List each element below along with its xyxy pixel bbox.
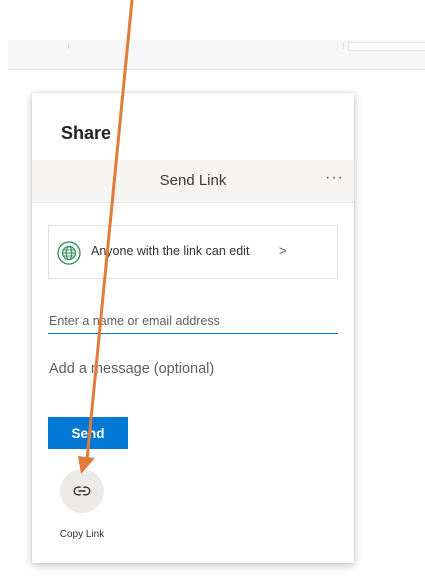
send-button[interactable]: Send [48,417,128,449]
recipient-input[interactable] [48,308,338,334]
toolbar-divider [68,43,69,49]
globe-icon [57,241,81,265]
send-link-title: Send Link [159,172,227,189]
toolbar-field [348,42,425,51]
send-link-header: Send Link ··· [32,160,354,203]
toolbar-divider [343,43,344,49]
background-app-toolbar [8,40,425,70]
share-dialog: Share Send Link ··· Anyone with the link… [32,93,354,563]
link-icon [73,486,91,496]
copy-link-button[interactable] [60,469,104,513]
chevron-right-icon: > [279,243,287,258]
link-settings-button[interactable]: Anyone with the link can edit > [48,225,338,279]
link-permission-label: Anyone with the link can edit [91,244,250,258]
copy-link-label[interactable]: Copy Link [32,529,132,540]
message-input[interactable] [48,355,338,383]
more-options-icon[interactable]: ··· [325,169,344,187]
dialog-title: Share [61,123,112,143]
